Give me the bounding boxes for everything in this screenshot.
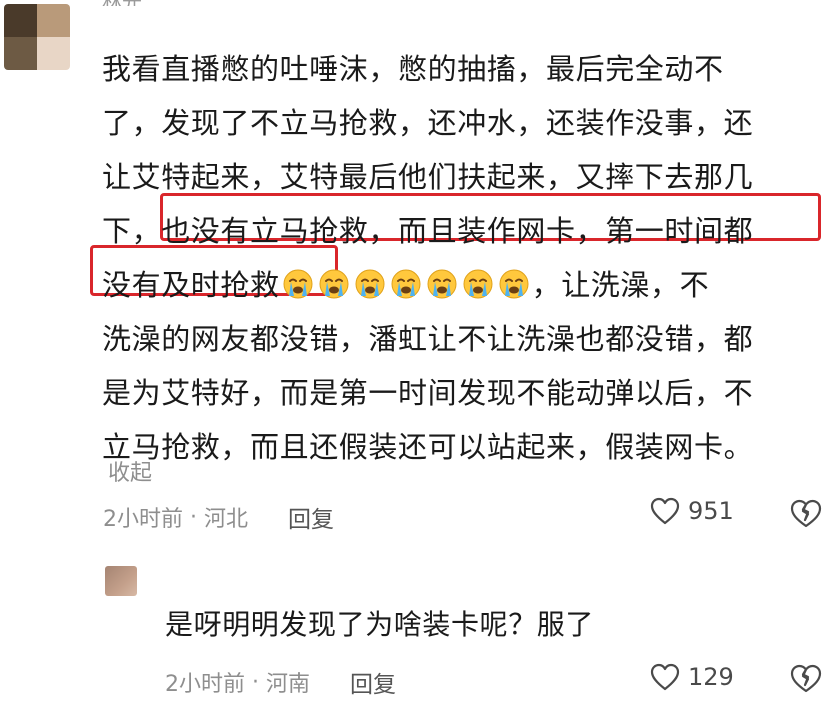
- broken-heart-icon[interactable]: [790, 499, 822, 529]
- crying-face-icon: [427, 262, 457, 299]
- reply-text: 是呀明明发现了为啥装卡呢？服了: [165, 608, 595, 641]
- username[interactable]: 林光: [102, 0, 142, 6]
- comment-line: 立马抢救，而且还假装还可以站起来，假装网卡。: [102, 430, 754, 464]
- comment-line: 我看直播憋的吐唾沫，憋的抽搐，最后完全动不: [102, 52, 724, 86]
- meta-separator: ·: [183, 504, 204, 530]
- collapse-button[interactable]: 收起: [108, 455, 152, 487]
- crying-face-icon: [391, 262, 421, 299]
- like-count: 129: [688, 663, 734, 691]
- comment-meta: 2小时前 · 河北 回复: [103, 500, 334, 534]
- avatar[interactable]: [4, 4, 70, 70]
- crying-face-icon: [463, 262, 493, 299]
- crying-face-icon: [319, 262, 349, 299]
- timestamp: 2小时前: [103, 507, 183, 532]
- emoji-row: [280, 268, 532, 302]
- location: 河南: [265, 672, 310, 697]
- location: 河北: [203, 507, 248, 532]
- timestamp: 2小时前: [165, 672, 245, 697]
- comment-line: 让艾特起来，艾特最后他们扶起来，又摔下去那几: [102, 160, 754, 194]
- like-button[interactable]: 951: [650, 497, 734, 525]
- like-count: 951: [688, 497, 734, 525]
- reply-button[interactable]: 回复: [288, 500, 334, 534]
- reply-button[interactable]: 回复: [350, 665, 396, 699]
- comment: 林光 我看直播憋的吐唾沫，憋的抽搐，最后完全动不 了，发现了不立马抢救，还冲水，…: [0, 0, 837, 560]
- crying-face-icon: [355, 262, 385, 299]
- comment-line: 下，也没有立马抢救，而且装作网卡，第一时间都: [102, 214, 754, 248]
- meta-separator: ·: [245, 669, 266, 695]
- reply-meta: 2小时前 · 河南 回复: [165, 665, 396, 699]
- comment-line: 了，发现了不立马抢救，还冲水，还装作没事，还: [102, 106, 754, 140]
- heart-icon: [650, 663, 680, 691]
- broken-heart-icon[interactable]: [790, 664, 822, 694]
- comment-line: 洗澡的网友都没错，潘虹让不让洗澡也都没错，都: [102, 322, 754, 356]
- reply-avatar[interactable]: [105, 566, 137, 596]
- comment-line: 是为艾特好，而是第一时间发现不能动弹以后，不: [102, 376, 754, 410]
- crying-face-icon: [283, 262, 313, 299]
- comment-text: 我看直播憋的吐唾沫，憋的抽搐，最后完全动不 了，发现了不立马抢救，还冲水，还装作…: [102, 42, 814, 474]
- crying-face-icon: [499, 262, 529, 299]
- like-button[interactable]: 129: [650, 663, 734, 691]
- comment-line: 没有及时抢救: [102, 268, 280, 302]
- heart-icon: [650, 497, 680, 525]
- comment-line: ，让洗澡，不: [531, 268, 710, 302]
